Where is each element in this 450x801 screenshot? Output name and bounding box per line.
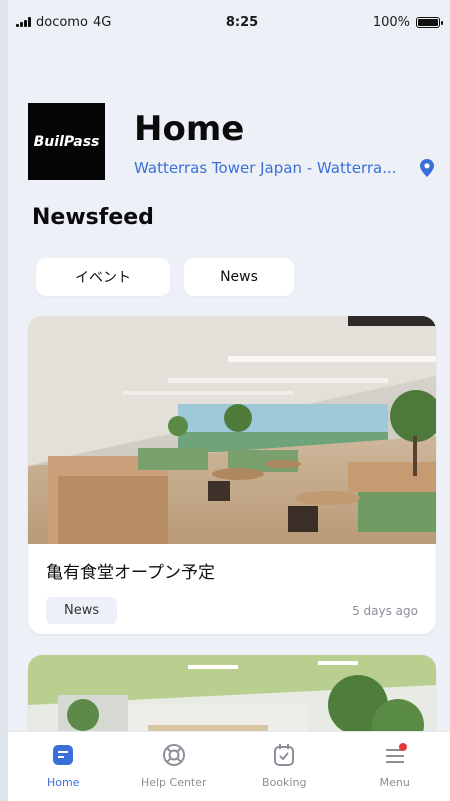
carrier-name: docomo <box>36 14 88 30</box>
home-icon <box>53 745 74 765</box>
app-logo: BuilPass <box>28 103 105 180</box>
news-card[interactable]: 亀有食堂オープン予定 News 5 days ago <box>28 316 436 634</box>
calendar-check-icon <box>274 744 295 766</box>
tab-label: Menu <box>379 776 410 789</box>
location-selector[interactable]: Watterras Tower Japan - Watterra... <box>134 159 434 177</box>
tab-menu[interactable]: Menu <box>345 742 445 789</box>
status-bar: docomo 4G 8:25 100% <box>8 0 450 44</box>
filter-chips: イベント News <box>36 258 294 296</box>
battery-icon <box>416 16 443 28</box>
tab-booking[interactable]: Booking <box>234 742 334 789</box>
tab-label: Home <box>47 776 80 789</box>
filter-chip-event[interactable]: イベント <box>36 258 170 296</box>
page-title: Home <box>134 109 245 149</box>
filter-chip-news[interactable]: News <box>184 258 294 296</box>
app-screen: docomo 4G 8:25 100% BuilPass Home Watter… <box>8 0 450 801</box>
bottom-tab-bar: Home Help Center Booking Menu <box>8 731 450 801</box>
posted-time: 5 days ago <box>352 603 418 618</box>
newsfeed-title: Newsfeed <box>32 205 154 230</box>
location-pin-icon <box>420 159 434 177</box>
news-title: 亀有食堂オープン予定 <box>46 563 215 583</box>
tab-label: Booking <box>262 776 307 789</box>
cafeteria-photo <box>28 316 436 544</box>
tab-label: Help Center <box>140 776 207 789</box>
news-meta: News 5 days ago <box>46 597 418 624</box>
news-card-body: 亀有食堂オープン予定 News 5 days ago <box>28 544 436 634</box>
status-time: 8:25 <box>225 14 259 30</box>
battery-info: 100% <box>372 14 443 30</box>
battery-percent: 100% <box>372 14 410 30</box>
menu-icon <box>385 743 407 763</box>
tab-home[interactable]: Home <box>13 742 113 789</box>
page-header: BuilPass Home Watterras Tower Japan - Wa… <box>28 103 434 183</box>
signal-icon <box>16 17 31 27</box>
network-type: 4G <box>92 14 112 30</box>
tab-help-center[interactable]: Help Center <box>124 742 224 789</box>
carrier-info: docomo 4G <box>16 15 111 30</box>
category-tag: News <box>46 597 118 624</box>
lifebuoy-icon <box>162 744 185 766</box>
location-label: Watterras Tower Japan - Watterra... <box>134 159 397 177</box>
